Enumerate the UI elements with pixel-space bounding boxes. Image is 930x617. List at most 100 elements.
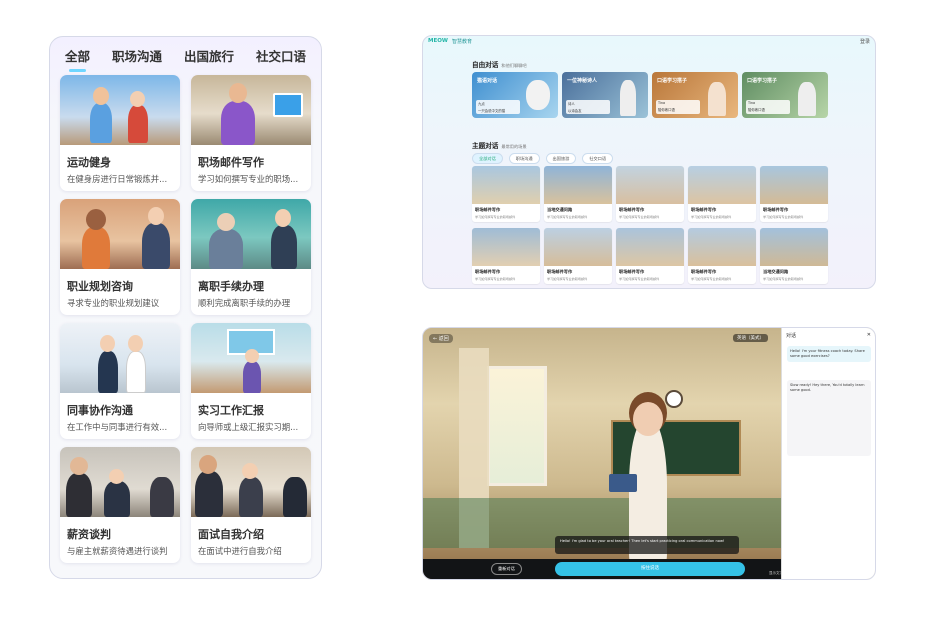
topic-desc: 学习如何撰写专业的职场邮件 (619, 215, 660, 219)
restart-button[interactable]: 重新对话 (491, 563, 522, 575)
scenario-card[interactable]: 离职手续办理 顺利完成离职手续的办理 (191, 199, 311, 315)
section-title: 自由对话 (472, 61, 499, 69)
scenario-title: 面试自我介绍 (198, 528, 264, 541)
scenario-card[interactable]: 运动健身 在健身房进行日常锻炼并... (60, 75, 180, 191)
scenario-desc: 寻求专业的职业规划建议 (67, 298, 160, 308)
scenario-title: 运动健身 (67, 156, 111, 169)
pill-workplace[interactable]: 职场沟通 (508, 153, 540, 164)
topic-title: 当地交通问路 (763, 269, 789, 274)
topic-desc: 学习如何撰写专业的职场邮件 (763, 277, 804, 281)
topic-section-title: 主题对话 最常用的场景 (472, 140, 527, 150)
topic-title: 职场邮件写作 (619, 207, 645, 212)
section-subtitle: 和他们聊聊吧 (501, 63, 527, 68)
topic-desc: 学习如何撰写专业的职场邮件 (763, 215, 804, 219)
poet-avatar (620, 80, 636, 116)
topic-image (544, 166, 612, 204)
scenario-image-resign (191, 199, 311, 269)
topic-card[interactable]: 职场邮件写作学习如何撰写专业的职场邮件 (616, 166, 684, 222)
tab-workplace[interactable]: 职场沟通 (112, 46, 162, 65)
scenario-card[interactable]: 职业规划咨询 寻求专业的职业规划建议 (60, 199, 180, 315)
topic-card[interactable]: 职场邮件写作 学习如何撰写专业的职场邮件 (544, 228, 612, 284)
tutor-avatar (798, 82, 816, 116)
scenario-grid: 运动健身 在健身房进行日常锻炼并... 职场邮件写作 学习如何撰写专业的职场..… (60, 75, 313, 563)
pill-social[interactable]: 社交口语 (582, 153, 614, 164)
topic-desc: 学习如何撰写专业的职场邮件 (547, 215, 588, 219)
free-chat-card[interactable]: 一位神秘诗人 诗人以诗会友 (562, 72, 648, 118)
pill-travel[interactable]: 出国旅游 (545, 153, 577, 164)
topic-card[interactable]: 职场邮件写作学习如何撰写专业的职场邮件 (688, 166, 756, 222)
scenario-desc: 在面试中进行自我介绍 (198, 546, 282, 556)
topic-desc: 学习如何撰写专业的职场邮件 (547, 277, 588, 281)
pill-all[interactable]: 全部对话 (472, 153, 503, 164)
scenario-title: 薪资谈判 (67, 528, 111, 541)
topic-image (760, 228, 828, 266)
free-chat-title: 猫语对话 (477, 78, 498, 84)
topic-desc: 学习如何撰写专业的职场邮件 (475, 215, 516, 219)
tab-travel[interactable]: 出国旅行 (184, 46, 234, 65)
back-button[interactable]: ← 返回 (429, 334, 453, 343)
scenario-title: 实习工作汇报 (198, 404, 264, 417)
free-chat-title: 口语学习搭子 (747, 78, 778, 84)
topic-card[interactable]: 职场邮件写作学习如何撰写专业的职场邮件 (472, 228, 540, 284)
topic-desc: 学习如何撰写专业的职场邮件 (691, 215, 732, 219)
free-chat-desc: 以诗会友 (568, 109, 582, 113)
scenario-card[interactable]: 同事协作沟通 在工作中与同事进行有效... (60, 323, 180, 439)
scenario-title: 同事协作沟通 (67, 404, 133, 417)
free-chat-card[interactable]: 口语学习搭子 Tina 陪你练口语 (652, 72, 738, 118)
push-to-talk-button[interactable]: 按住说话 (555, 562, 745, 576)
topic-title: 职场邮件写作 (619, 269, 645, 274)
topic-image (472, 166, 540, 204)
topic-filter-pills: 全部对话 职场沟通 出国旅游 社交口语 (472, 153, 614, 164)
topic-desc: 学习如何撰写专业的职场邮件 (475, 277, 516, 281)
topic-card[interactable]: 职场邮件写作 学习如何撰写专业的职场邮件 (472, 166, 540, 222)
topic-image (760, 166, 828, 204)
scenario-card[interactable]: 薪资谈判 与雇主就薪资待遇进行谈判 (60, 447, 180, 563)
showcase-page: 全部 职场沟通 出国旅行 社交口语 运动健身 在健身房进行日常锻炼并... 职场… (0, 0, 930, 617)
scenario-image-salary (60, 447, 180, 517)
topic-title: 职场邮件写作 (691, 207, 717, 212)
topic-title: 当地交通问路 (547, 207, 573, 212)
free-chat-name: 诗人 (568, 102, 575, 106)
topic-image (616, 166, 684, 204)
free-chat-card[interactable]: 口语学习搭子 Tina 陪你练口语 (742, 72, 828, 118)
chat-panel: 对话 ✕ Hello! I'm your fitness coach today.… (781, 328, 875, 579)
language-select[interactable]: 英语（美式） (733, 334, 768, 342)
free-chat-desc: 陪你练口语 (658, 108, 675, 112)
scenario-image-email (191, 75, 311, 145)
scenario-card[interactable]: 实习工作汇报 向导师或上级汇报实习期... (191, 323, 311, 439)
section-subtitle: 最常用的场景 (501, 144, 527, 149)
close-icon[interactable]: ✕ (867, 332, 871, 339)
topic-desc: 学习如何撰写专业的职场邮件 (619, 277, 660, 281)
tab-all[interactable]: 全部 (65, 46, 90, 72)
app-name: 智慧教育 (451, 38, 472, 45)
topic-card[interactable]: 当地交通问路学习如何撰写专业的职场邮件 (544, 166, 612, 222)
free-chat-info: 诗人 以诗会友 (566, 100, 610, 114)
scenario-image-fitness (60, 75, 180, 145)
topic-card[interactable]: 职场邮件写作 学习如何撰写专业的职场邮件 (760, 166, 828, 222)
free-chat-title: 口语学习搭子 (657, 78, 688, 84)
topic-title: 职场邮件写作 (475, 269, 501, 274)
scenario-card[interactable]: 面试自我介绍 在面试中进行自我介绍 (191, 447, 311, 563)
topic-card[interactable]: 职场邮件写作 学习如何撰写专业的职场邮件 (688, 228, 756, 284)
free-chat-title: 一位神秘诗人 (567, 78, 598, 84)
free-chat-desc: 陪你练口语 (748, 108, 765, 112)
topic-card[interactable]: 职场邮件写作学习如何撰写专业的职场邮件 (616, 228, 684, 284)
scenario-image-collab (60, 323, 180, 393)
tab-social[interactable]: 社交口语 (256, 46, 306, 65)
mobile-app-frame: 全部 职场沟通 出国旅行 社交口语 运动健身 在健身房进行日常锻炼并... 职场… (49, 36, 322, 579)
user-message: Slow ready! Hey there, You'd totally lea… (787, 380, 871, 456)
scenario-image-career (60, 199, 180, 269)
assistant-message: Hello! I'm your fitness coach today. Sha… (787, 346, 871, 362)
scenario-desc: 与雇主就薪资待遇进行谈判 (67, 546, 168, 556)
cat-avatar (526, 80, 550, 110)
teacher-head (633, 402, 663, 436)
scenario-desc: 在健身房进行日常锻炼并... (67, 174, 168, 184)
subtitle-box: Hello! I'm glad to be your oral teacher!… (555, 536, 739, 554)
section-title: 主题对话 (472, 142, 499, 150)
free-chat-card[interactable]: 猫语对话 九点 一只会说中文的猫 (472, 72, 558, 118)
scenario-desc: 向导师或上级汇报实习期... (198, 422, 299, 432)
scenario-card[interactable]: 职场邮件写作 学习如何撰写专业的职场... (191, 75, 311, 191)
login-link[interactable]: 登录 (860, 38, 870, 45)
free-chat-desc: 一只会说中文的猫 (478, 109, 506, 113)
topic-card[interactable]: 当地交通问路学习如何撰写专业的职场邮件 (760, 228, 828, 284)
